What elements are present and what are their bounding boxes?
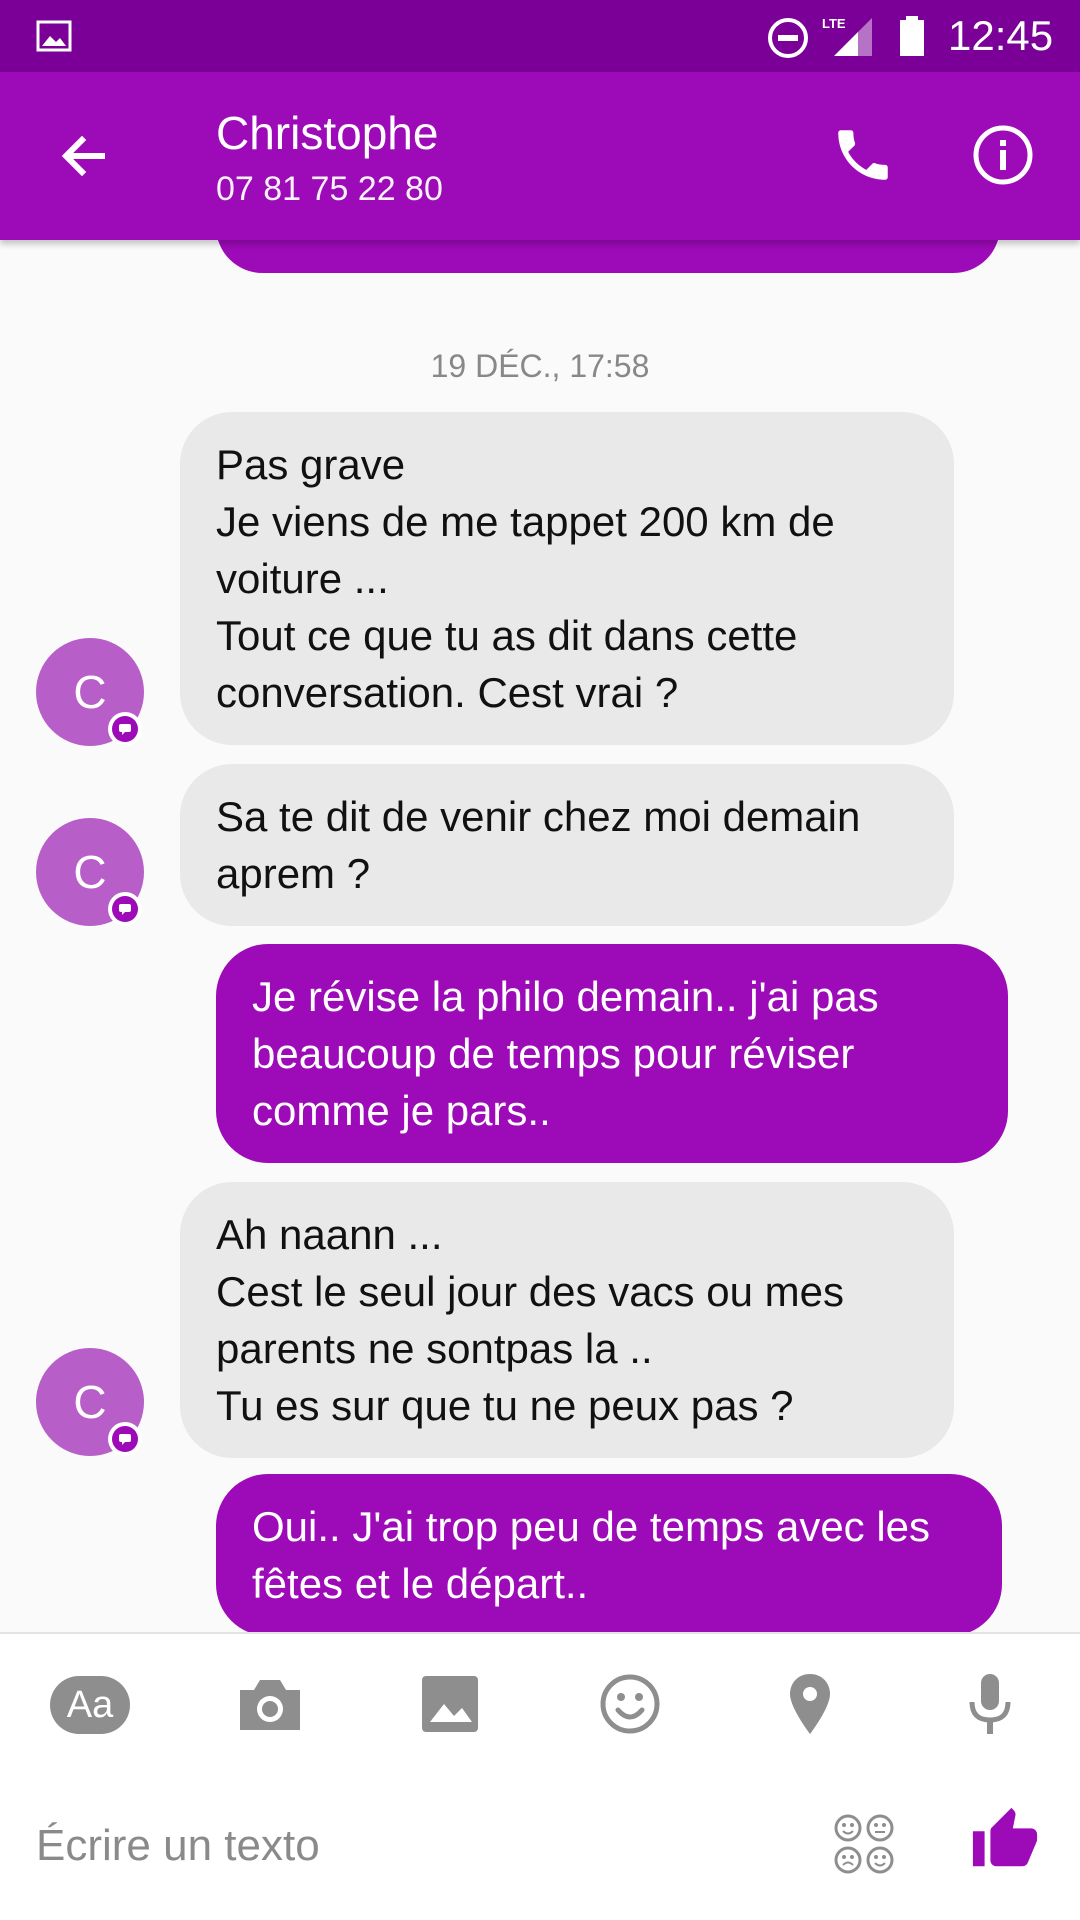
- avatar-initial: C: [73, 846, 107, 898]
- network-type: LTE: [822, 16, 846, 31]
- emoji-icon[interactable]: [590, 1672, 670, 1736]
- sticker-icon[interactable]: [832, 1812, 896, 1876]
- battery-icon: [900, 16, 924, 56]
- lte-signal-icon: LTE: [822, 16, 872, 56]
- contact-name[interactable]: Christophe: [216, 106, 438, 160]
- incoming-message-bubble[interactable]: Sa te dit de venir chez moi demain aprem…: [180, 764, 954, 926]
- back-arrow-icon[interactable]: [54, 126, 114, 186]
- phone-call-icon[interactable]: [830, 122, 896, 188]
- text-format-button[interactable]: Aa: [50, 1676, 130, 1734]
- messenger-badge-icon: [108, 1422, 142, 1456]
- status-clock: 12:45: [948, 12, 1054, 59]
- outgoing-message-bubble[interactable]: Je révise la philo demain.. j'ai pas bea…: [216, 944, 1008, 1163]
- composer: [0, 1772, 1080, 1920]
- contact-phone-number: 07 81 75 22 80: [216, 170, 443, 208]
- avatar-initial: C: [73, 666, 107, 718]
- thumbs-up-icon[interactable]: [970, 1802, 1040, 1878]
- avatar-initial: C: [73, 1376, 107, 1428]
- incoming-message-bubble[interactable]: Ah naann ... Cest le seul jour des vacs …: [180, 1182, 954, 1458]
- camera-icon[interactable]: [230, 1672, 310, 1736]
- outgoing-message-bubble[interactable]: Oui.. J'ai trop peu de temps avec les fê…: [216, 1474, 1002, 1632]
- conversation-header: Christophe 07 81 75 22 80: [0, 72, 1080, 240]
- microphone-icon[interactable]: [950, 1672, 1030, 1736]
- gallery-icon[interactable]: [410, 1672, 490, 1736]
- incoming-message-bubble[interactable]: Pas grave Je viens de me tappet 200 km d…: [180, 412, 954, 745]
- messenger-badge-icon: [108, 712, 142, 746]
- do-not-disturb-icon: [768, 18, 808, 58]
- messenger-badge-icon: [108, 892, 142, 926]
- status-bar: LTE 12:45: [0, 0, 1080, 72]
- outgoing-message-bubble-partial[interactable]: [216, 240, 1000, 273]
- info-icon[interactable]: [970, 122, 1036, 188]
- composer-toolbar: Aa: [0, 1632, 1080, 1772]
- date-separator: 19 DÉC., 17:58: [430, 348, 650, 384]
- image-notification-icon: [36, 20, 72, 52]
- message-list[interactable]: 19 DÉC., 17:58 Pas grave Je viens de me …: [0, 240, 1080, 1632]
- message-input[interactable]: [36, 1808, 796, 1884]
- location-icon[interactable]: [770, 1672, 850, 1736]
